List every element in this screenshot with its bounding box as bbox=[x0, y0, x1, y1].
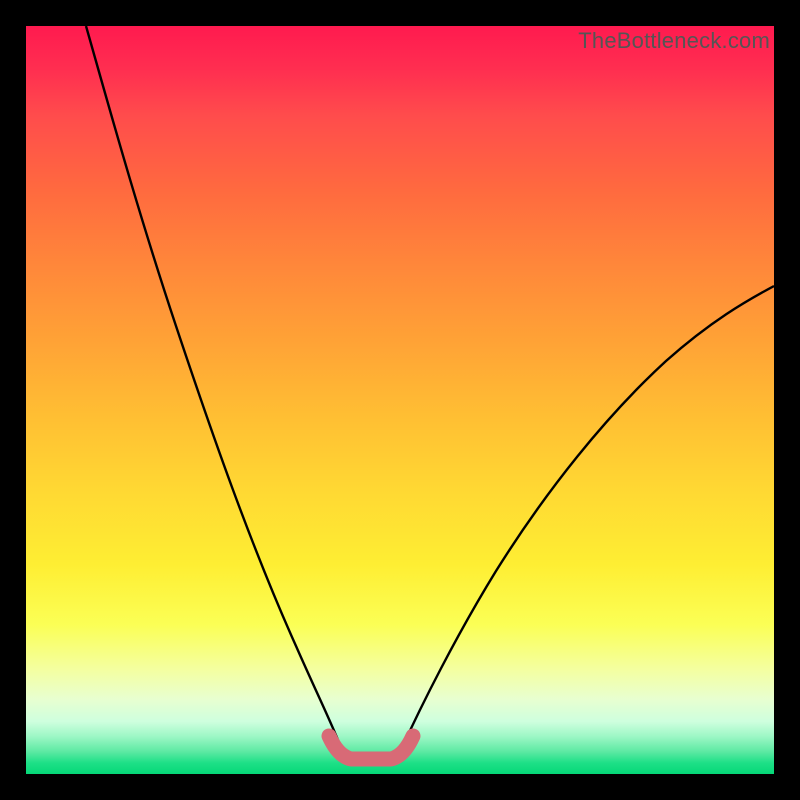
curves-layer bbox=[26, 26, 774, 774]
plot-area bbox=[26, 26, 774, 774]
left-curve bbox=[86, 26, 342, 750]
chart-frame: TheBottleneck.com bbox=[0, 0, 800, 800]
bottom-segment bbox=[329, 736, 413, 759]
right-curve bbox=[401, 286, 774, 750]
watermark-text: TheBottleneck.com bbox=[578, 28, 770, 54]
